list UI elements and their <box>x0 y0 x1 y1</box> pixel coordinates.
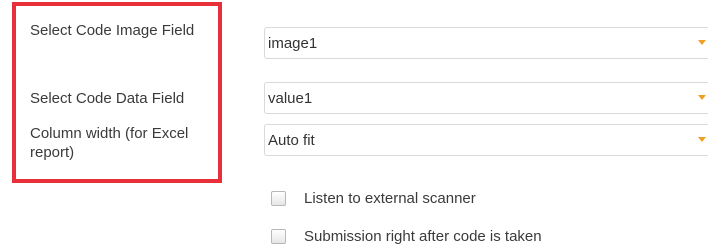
chevron-down-icon[interactable] <box>698 40 706 45</box>
selected-value: image1 <box>268 35 318 52</box>
chevron-down-icon[interactable] <box>698 95 706 100</box>
submission-after-code-checkbox[interactable] <box>271 229 286 244</box>
listen-external-scanner-checkbox[interactable] <box>271 191 286 206</box>
submission-after-code-label: Submission right after code is taken <box>304 228 542 245</box>
code-image-field-select[interactable]: image1 <box>264 27 708 59</box>
code-image-field-label: Select Code Image Field <box>30 22 195 39</box>
listen-external-scanner-label: Listen to external scanner <box>304 190 476 207</box>
code-data-field-select[interactable]: value1 <box>264 82 708 114</box>
chevron-down-icon[interactable] <box>698 137 706 142</box>
selected-value: Auto fit <box>268 132 315 149</box>
selected-value: value1 <box>268 90 313 107</box>
column-width-select[interactable]: Auto fit <box>264 124 708 156</box>
column-width-label: Column width (for Excel report) <box>30 125 189 161</box>
code-data-field-label: Select Code Data Field <box>30 90 185 107</box>
